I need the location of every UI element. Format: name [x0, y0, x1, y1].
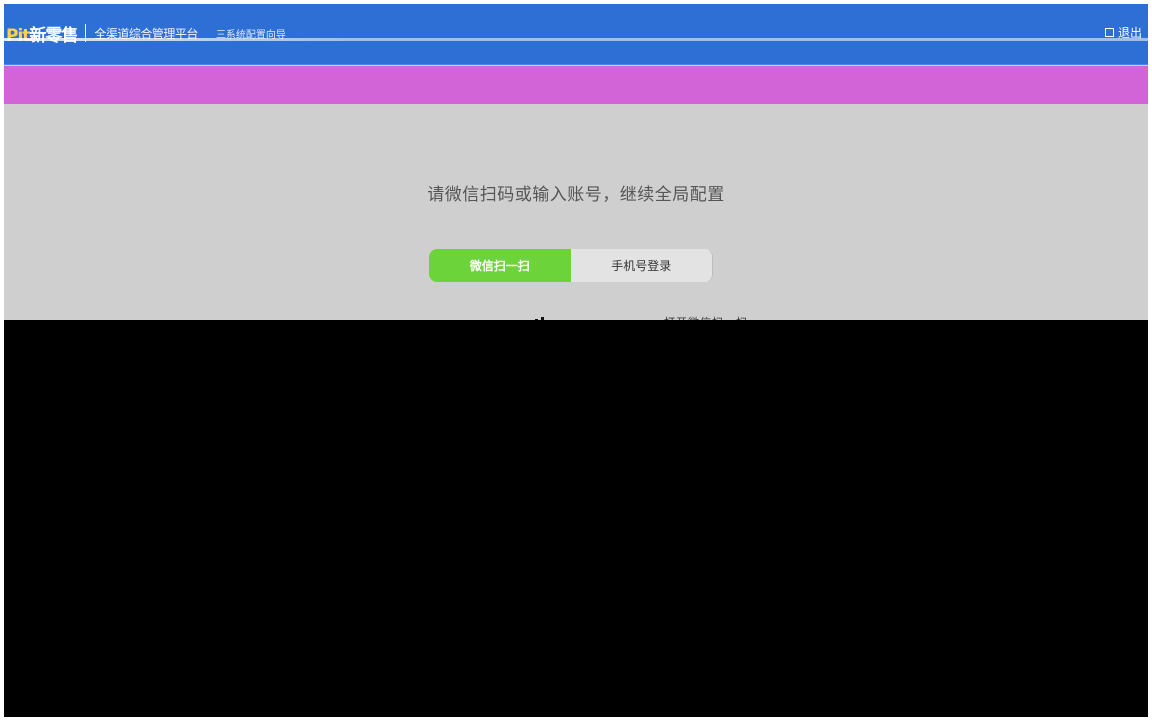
brand-logo-prefix: Pit: [6, 25, 30, 46]
tab-phone-login[interactable]: 手机号登录: [570, 249, 712, 282]
login-panel: 请微信扫码或输入账号，继续全局配置 微信扫一扫 手机号登录: [4, 104, 1148, 320]
logout-label: 退出: [1117, 26, 1142, 40]
login-method-tabs: 微信扫一扫 手机号登录: [429, 249, 713, 282]
brand-logo: Pit新零售: [6, 21, 78, 46]
top-navigation-bar: Pit新零售 全渠道综合管理平台 三系统配置向导 退出: [4, 4, 1148, 65]
header-divider-line: [4, 38, 1148, 41]
logout-button[interactable]: 退出: [1104, 24, 1142, 41]
login-prompt: 请微信扫码或输入账号，继续全局配置: [427, 185, 725, 205]
app-window: Pit新零售 全渠道综合管理平台 三系统配置向导 退出 请微信扫码或输入账号，继…: [4, 4, 1148, 717]
logout-icon: [1104, 28, 1114, 37]
notice-banner: [4, 66, 1148, 104]
black-overlay: [4, 320, 1148, 717]
tab-wechat-scan[interactable]: 微信扫一扫: [429, 249, 571, 282]
brand-logo-main: 新零售: [29, 25, 78, 46]
